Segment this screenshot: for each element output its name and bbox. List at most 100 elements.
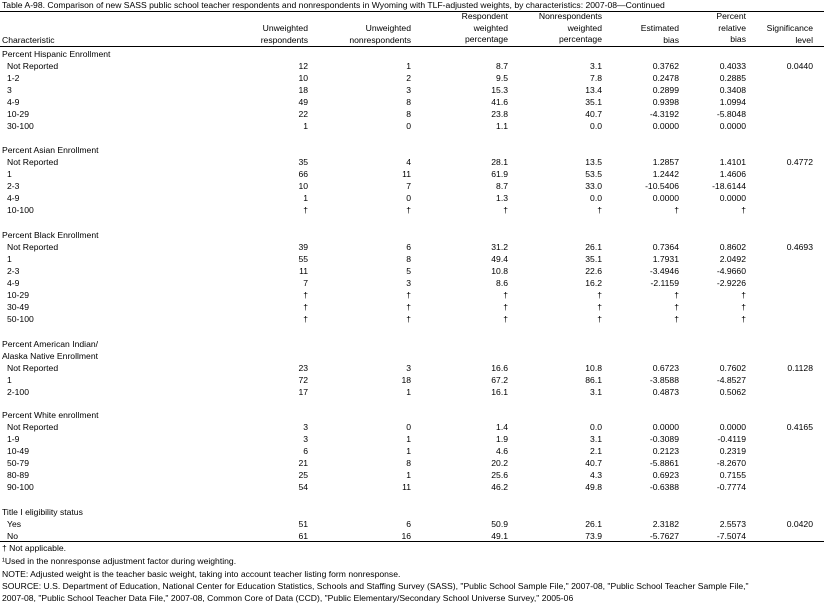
table-cell: -0.6388 [649, 482, 679, 492]
table-row: 2-3 10 7 8.7 33.0 -10.5406 -18.6144 [0, 180, 824, 192]
table-cell: 7 [303, 278, 308, 288]
table-cell: † [303, 205, 308, 215]
table-cell: 2.1 [590, 446, 602, 456]
table-cell: 1.2857 [652, 157, 679, 167]
table-cell: 1 [406, 61, 411, 71]
table-cell: 11 [402, 169, 411, 179]
table-cell: 3 [406, 278, 411, 288]
table-cell: 1.4101 [719, 157, 746, 167]
table-cell: 8 [406, 97, 411, 107]
table-cell: 0.7364 [652, 242, 679, 252]
table-cell: 18 [298, 85, 308, 95]
section-label: Alaska Native Enrollment [2, 351, 99, 361]
table-cell: 7 [406, 181, 411, 191]
table-cell: -8.2670 [716, 458, 746, 468]
bottom-rule [0, 541, 824, 542]
table-cell: 0.3408 [719, 85, 746, 95]
table-cell: 0.0000 [652, 193, 679, 203]
table-cell: 0.5062 [719, 387, 746, 397]
table-cell: 0.0 [590, 121, 602, 131]
table-section-row: Percent Asian Enrollment [0, 144, 824, 156]
table-cell: † [303, 290, 308, 300]
table-cell: 3 [303, 422, 308, 432]
table-cell: 22 [298, 109, 308, 119]
table-cell: 10.8 [585, 363, 602, 373]
table-cell: -3.4946 [649, 266, 679, 276]
row-label: 1 [7, 375, 12, 385]
table-cell: † [741, 290, 746, 300]
table-cell: -0.7774 [716, 482, 746, 492]
table-cell: 20.2 [491, 458, 508, 468]
table-cell: 31.2 [491, 242, 508, 252]
table-cell: 40.7 [585, 109, 602, 119]
table-cell: † [674, 302, 679, 312]
table-cell: 0.0 [590, 422, 602, 432]
table-title: Table A-98. Comparison of new SASS publi… [2, 0, 665, 10]
table-cell: 8 [406, 109, 411, 119]
table-cell: 8 [406, 458, 411, 468]
table-cell: 67.2 [491, 375, 508, 385]
table-cell: 40.7 [585, 458, 602, 468]
table-row: 1-9 3 1 1.9 3.1 -0.3089 -0.4119 [0, 433, 824, 445]
table-cell: 16.6 [491, 363, 508, 373]
table-cell: 6 [406, 242, 411, 252]
header-nonrespondents-weighted-percentage: Nonrespondents weighted percentage [538, 11, 602, 45]
table-cell: 0.0000 [652, 121, 679, 131]
table-row: Yes 51 6 50.9 26.1 2.3182 2.5573 0.0420 [0, 518, 824, 530]
table-row: 10-29 22 8 23.8 40.7 -4.3192 -5.8048 [0, 108, 824, 120]
table-cell: 13.5 [585, 157, 602, 167]
table-cell: 18 [401, 375, 411, 385]
table-cell: 0.6923 [652, 470, 679, 480]
table-cell: 1 [303, 121, 308, 131]
table-cell: 9.5 [496, 73, 508, 83]
table-row: Not Reported 35 4 28.1 13.5 1.2857 1.4101 0.477… [0, 156, 824, 168]
table-cell: 49 [298, 97, 308, 107]
table-cell: -0.3089 [649, 434, 679, 444]
table-cell: 23.8 [491, 109, 508, 119]
table-cell: 0 [406, 193, 411, 203]
table-cell: 1 [406, 434, 411, 444]
table-cell: 0.0440 [786, 61, 813, 71]
row-label: Not Reported [7, 157, 59, 167]
table-cell: 0.0000 [719, 422, 746, 432]
table-cell: 23 [298, 363, 308, 373]
table-cell: 10.8 [491, 266, 508, 276]
table-cell: † [674, 205, 679, 215]
footnote: SOURCE: U.S. Department of Education, Na… [2, 581, 749, 591]
table-cell: 0.0 [590, 193, 602, 203]
table-cell: 35.1 [585, 254, 602, 264]
table-cell: 0.7155 [719, 470, 746, 480]
table-row: 1 55 8 49.4 35.1 1.7931 2.0492 [0, 253, 824, 265]
table-cell: † [303, 302, 308, 312]
table-cell: 0 [406, 422, 411, 432]
table-row: 10-29 † † † † † † [0, 289, 824, 301]
table-cell: 8.7 [496, 181, 508, 191]
table-cell: 50.9 [491, 519, 508, 529]
table-cell: 0.2899 [652, 85, 679, 95]
table-cell: 12 [298, 61, 308, 71]
table-cell: 72 [298, 375, 308, 385]
row-label: Yes [7, 519, 22, 529]
section-label: Title I eligibility status [2, 507, 83, 517]
table-cell: 3.1 [590, 434, 602, 444]
table-cell: 8.6 [496, 278, 508, 288]
table-cell: 16.1 [491, 387, 508, 397]
table-cell: † [741, 302, 746, 312]
table-row: 90-100 54 11 46.2 49.8 -0.6388 -0.7774 [0, 481, 824, 493]
table-cell: 1 [303, 193, 308, 203]
row-label: 4-9 [7, 193, 20, 203]
table-cell: 0 [406, 121, 411, 131]
table-cell: -10.5406 [645, 181, 679, 191]
table-cell: † [406, 290, 411, 300]
table-cell: 3 [303, 434, 308, 444]
table-row: 4-9 7 3 8.6 16.2 -2.1159 -2.9226 [0, 277, 824, 289]
table-cell: 51 [298, 519, 308, 529]
table-row: 4-9 1 0 1.3 0.0 0.0000 0.0000 [0, 192, 824, 204]
table-cell: † [597, 302, 602, 312]
table-cell: 11 [299, 266, 308, 276]
table-cell: † [406, 314, 411, 324]
table-cell: 1 [406, 387, 411, 397]
table-cell: † [674, 314, 679, 324]
table-cell: 0.7602 [719, 363, 746, 373]
table-row: 10-100 † † † † † † [0, 204, 824, 216]
